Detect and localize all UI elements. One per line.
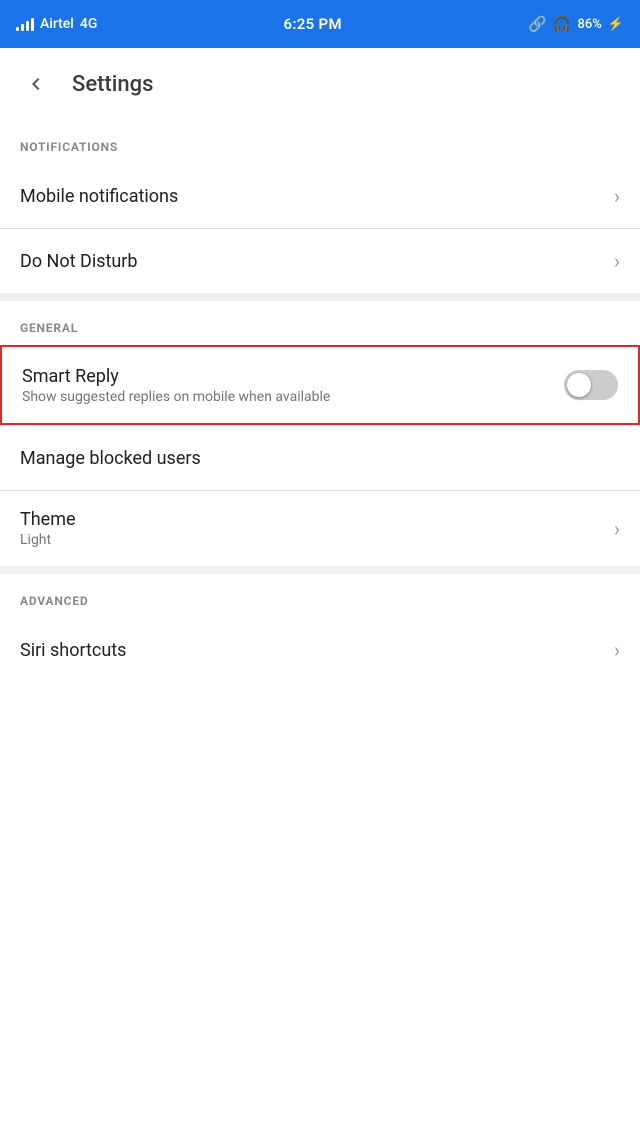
- page-title: Settings: [72, 72, 153, 97]
- battery-bolt-icon: ⚡: [608, 17, 624, 32]
- siri-shortcuts-row[interactable]: Siri shortcuts ›: [0, 618, 640, 682]
- battery-percent-label: 86%: [577, 17, 601, 32]
- link-icon: 🔗: [528, 15, 547, 33]
- back-chevron-icon: [24, 72, 48, 96]
- carrier-label: Airtel: [40, 16, 74, 32]
- status-bar-left: Airtel 4G: [16, 16, 97, 32]
- theme-chevron-icon: ›: [614, 517, 620, 541]
- siri-shortcuts-text: Siri shortcuts: [20, 640, 614, 661]
- manage-blocked-users-text: Manage blocked users: [20, 448, 620, 469]
- smart-reply-title: Smart Reply: [22, 366, 564, 387]
- mobile-notifications-text: Mobile notifications: [20, 186, 614, 207]
- mobile-notifications-row[interactable]: Mobile notifications ›: [0, 164, 640, 228]
- network-label: 4G: [80, 16, 98, 32]
- theme-text: Theme Light: [20, 509, 614, 548]
- mobile-notifications-title: Mobile notifications: [20, 186, 614, 207]
- smart-reply-row[interactable]: Smart Reply Show suggested replies on mo…: [0, 345, 640, 425]
- manage-blocked-users-title: Manage blocked users: [20, 448, 620, 469]
- status-bar-time: 6:25 PM: [284, 15, 342, 33]
- notifications-section-label: NOTIFICATIONS: [0, 120, 640, 164]
- do-not-disturb-text: Do Not Disturb: [20, 251, 614, 272]
- theme-title: Theme: [20, 509, 614, 530]
- smart-reply-subtitle: Show suggested replies on mobile when av…: [22, 389, 564, 405]
- do-not-disturb-row[interactable]: Do Not Disturb ›: [0, 229, 640, 293]
- theme-row[interactable]: Theme Light ›: [0, 491, 640, 566]
- do-not-disturb-title: Do Not Disturb: [20, 251, 614, 272]
- toggle-track: [564, 370, 618, 400]
- status-bar-right: 🔗 🎧 86% ⚡: [528, 15, 624, 33]
- section-divider-1: [0, 293, 640, 301]
- smart-reply-text: Smart Reply Show suggested replies on mo…: [22, 366, 564, 405]
- signal-bars-icon: [16, 17, 34, 31]
- back-button[interactable]: [16, 64, 56, 104]
- advanced-section-label: ADVANCED: [0, 574, 640, 618]
- status-bar: Airtel 4G 6:25 PM 🔗 🎧 86% ⚡: [0, 0, 640, 48]
- smart-reply-toggle[interactable]: [564, 370, 618, 400]
- section-divider-2: [0, 566, 640, 574]
- notifications-section: NOTIFICATIONS Mobile notifications › Do …: [0, 120, 640, 293]
- theme-subtitle: Light: [20, 532, 614, 548]
- general-section: GENERAL Smart Reply Show suggested repli…: [0, 301, 640, 566]
- headphones-icon: 🎧: [553, 15, 572, 33]
- siri-shortcuts-chevron-icon: ›: [614, 638, 620, 662]
- siri-shortcuts-title: Siri shortcuts: [20, 640, 614, 661]
- advanced-section: ADVANCED Siri shortcuts ›: [0, 574, 640, 682]
- do-not-disturb-chevron-icon: ›: [614, 249, 620, 273]
- manage-blocked-users-row[interactable]: Manage blocked users: [0, 426, 640, 490]
- app-bar: Settings: [0, 48, 640, 120]
- general-section-label: GENERAL: [0, 301, 640, 345]
- mobile-notifications-chevron-icon: ›: [614, 184, 620, 208]
- toggle-thumb: [567, 373, 591, 397]
